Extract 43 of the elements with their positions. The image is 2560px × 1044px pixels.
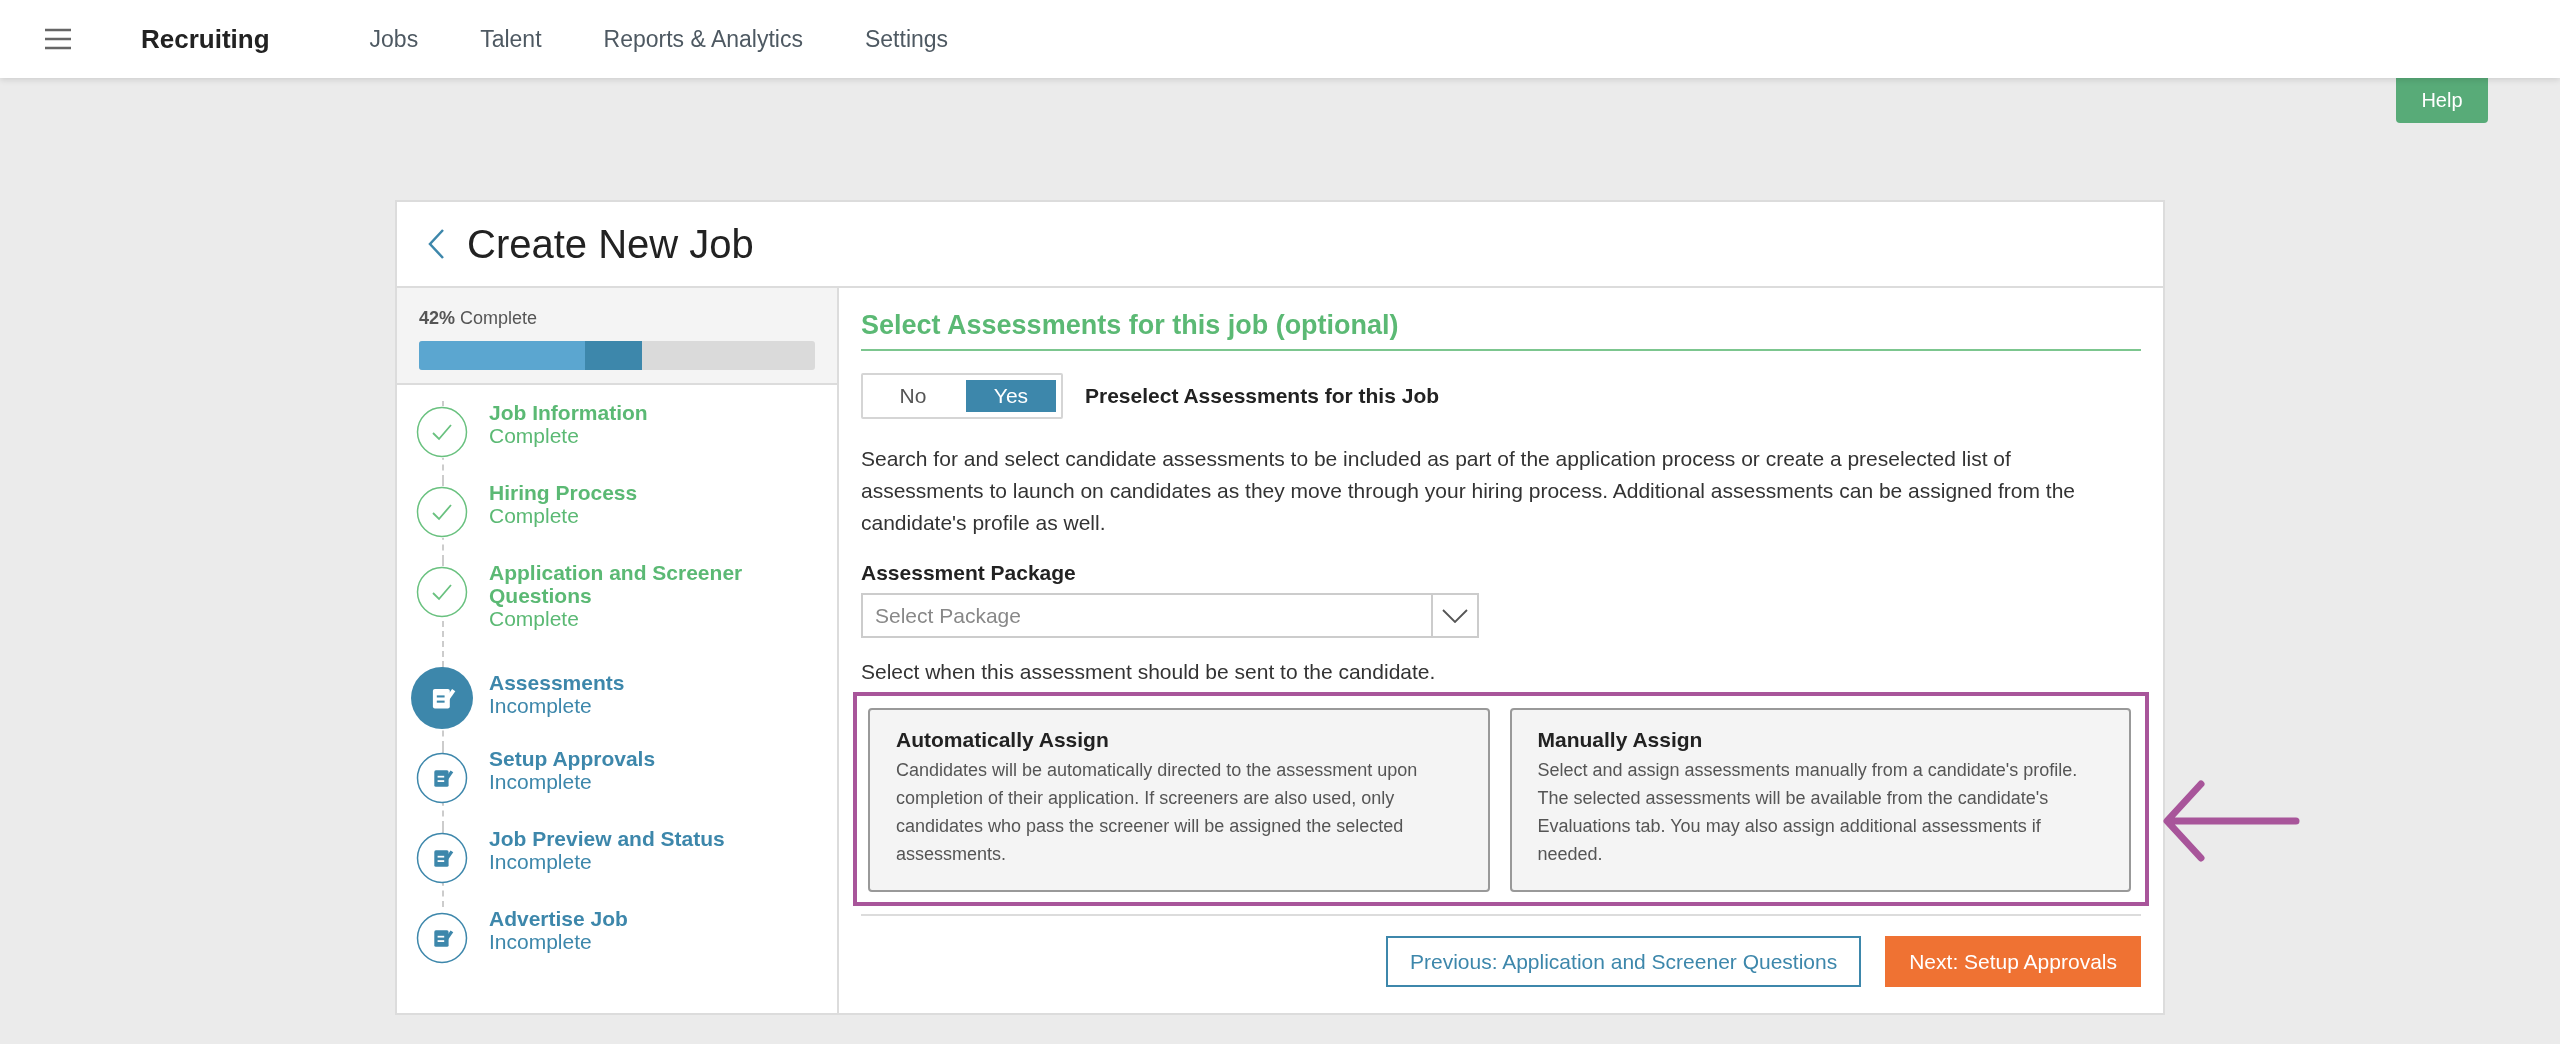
clipboard-pencil-icon xyxy=(411,667,473,729)
nav-link[interactable]: Talent xyxy=(480,25,542,53)
clipboard-pencil-icon xyxy=(416,912,468,964)
nav-link[interactable]: Jobs xyxy=(369,25,419,53)
app-title: Recruiting xyxy=(141,23,270,55)
assign-option-card[interactable]: Automatically Assign Candidates will be automatically directed to the assessment upon completion of their application. If screeners are also used, only candidates who pass the screener will be assigned the selected assessments. xyxy=(868,708,1490,892)
previous-button[interactable]: Previous: Application and Screener Questions xyxy=(1385,936,1862,987)
nav-link[interactable]: Reports & Analytics xyxy=(603,25,803,53)
step-status: Complete xyxy=(489,504,580,527)
clipboard-pencil-icon xyxy=(416,752,468,804)
arrow-icon xyxy=(2161,778,2301,864)
step-title[interactable]: Job Information xyxy=(489,401,648,424)
step-status: Incomplete xyxy=(489,694,593,717)
assign-option-card[interactable]: Manually Assign Select and assign assessments manually from a candidate's profile. The selected assessments will be available from the candidate's Evaluations tab. You may also assign additional assessments if needed. xyxy=(1509,708,2131,892)
step-status: Complete xyxy=(489,424,580,447)
package-select[interactable]: Select Package xyxy=(861,593,1431,638)
chevron-down-icon xyxy=(1442,608,1468,623)
section-heading: Select Assessments for this job (optional) xyxy=(861,310,2141,351)
field-label: Assessment Package xyxy=(861,561,1077,585)
step-status: Incomplete xyxy=(489,770,593,793)
description-text: Search for and select candidate assessments to be included as part of the application process or create a preselected list of assessments to launch on candidates as they move through your hiring process. Additional assessments can be assigned from the candidate's profile as well. xyxy=(861,446,2076,536)
step-title[interactable]: Setup Approvals xyxy=(489,747,656,770)
step-status: Incomplete xyxy=(489,850,593,873)
step-status: Incomplete xyxy=(489,930,593,953)
step-status: Complete xyxy=(489,607,580,630)
back-chevron-icon[interactable] xyxy=(427,228,445,260)
toggle-label: Preselect Assessments for this Job xyxy=(1085,384,1440,408)
next-button[interactable]: Next: Setup Approvals xyxy=(1885,936,2141,987)
step-title[interactable]: Assessments xyxy=(489,671,625,694)
progress-text: 42% Complete xyxy=(419,308,539,329)
menu-icon[interactable] xyxy=(45,28,71,50)
step-title[interactable]: Hiring Process xyxy=(489,481,638,504)
step-title[interactable]: Application and Screener Questions xyxy=(489,561,823,607)
help-button[interactable]: Help xyxy=(2396,78,2488,123)
toggle-option[interactable]: Yes xyxy=(966,380,1056,412)
nav-link[interactable]: Settings xyxy=(864,25,949,53)
timing-prompt: Select when this assessment should be sent to the candidate. xyxy=(861,660,1437,684)
page-title: Create New Job xyxy=(467,221,754,267)
clipboard-pencil-icon xyxy=(416,832,468,884)
dropdown-button[interactable] xyxy=(1431,593,1479,638)
step-title[interactable]: Job Preview and Status xyxy=(489,827,725,850)
step-title[interactable]: Advertise Job xyxy=(489,907,628,930)
current-step-segment xyxy=(585,341,642,370)
